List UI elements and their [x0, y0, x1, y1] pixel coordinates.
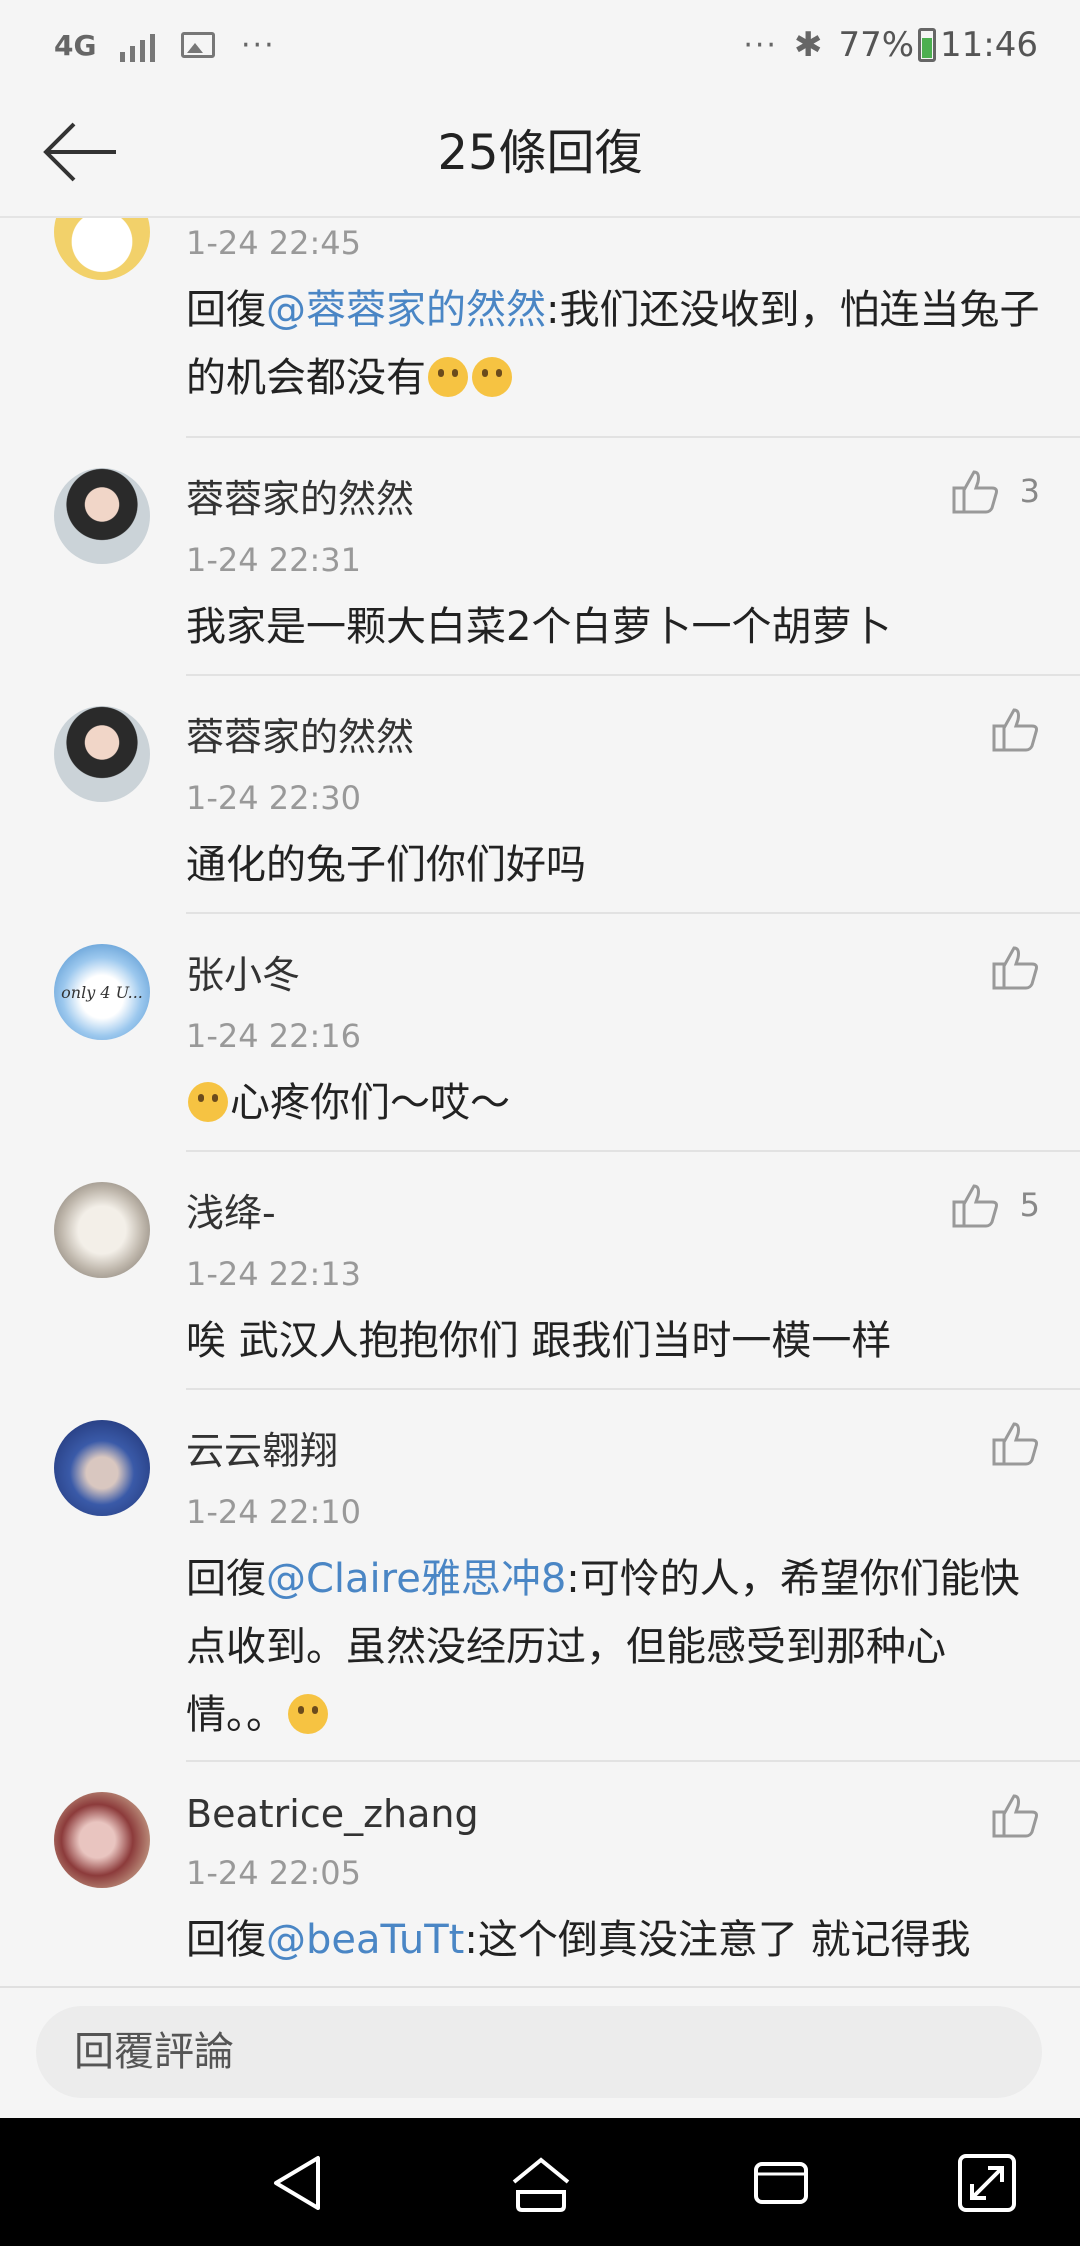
- network-type: 4G: [54, 28, 97, 62]
- mention-link[interactable]: @Claire雅思冲8: [266, 1556, 566, 1602]
- comment-author[interactable]: 蓉蓉家的然然: [186, 436, 1080, 523]
- like-count: 3: [1019, 472, 1040, 510]
- avatar[interactable]: [54, 1182, 150, 1278]
- comment-text: 回復@Claire雅思冲8:可怜的人，希望你们能快点收到。虽然没经历过，但能感受…: [186, 1556, 1020, 1738]
- comment-author[interactable]: 张小冬: [186, 912, 1080, 999]
- reply-input[interactable]: 回覆評論: [36, 2006, 1042, 2098]
- comment-time: 1-24 22:16: [186, 1017, 362, 1055]
- avatar[interactable]: [54, 218, 150, 280]
- mention-link[interactable]: @beaTuTt: [266, 1917, 464, 1963]
- thumbs-up-icon: [952, 470, 998, 514]
- gallery-notification-icon: [181, 32, 215, 58]
- like-button[interactable]: [990, 1792, 1040, 1838]
- nav-recents-icon[interactable]: [746, 2148, 816, 2218]
- comment-item: Beatrice_zhang 1-24 22:05 回復@beaTuTt:这个倒…: [0, 1760, 1080, 1986]
- comment-author[interactable]: Beatrice_zhang: [186, 1760, 1080, 1836]
- clock: 11:46: [940, 25, 1038, 65]
- battery-icon: [918, 28, 937, 62]
- thumbs-up-icon: [992, 1422, 1038, 1466]
- avatar[interactable]: [54, 1792, 150, 1888]
- comment-text: 唉 武汉人抱抱你们 跟我们当时一模一样: [186, 1318, 892, 1364]
- comment-text: 心疼你们～哎～: [186, 1069, 1080, 1137]
- comment-time: 1-24 22:10: [186, 1493, 362, 1531]
- comment-time: 1-24 22:31: [186, 541, 362, 579]
- comment-text: 回復@蓉蓉家的然然:我们还没收到，怕连当兔子的机会都没有: [186, 287, 1040, 401]
- battery-percent: 77%: [838, 25, 915, 65]
- thumbs-up-icon: [952, 1184, 998, 1228]
- system-nav-bar: [0, 2118, 1080, 2246]
- crying-emoji-icon: [188, 1082, 228, 1122]
- comment-text: 通化的兔子们你们好吗: [186, 842, 586, 888]
- avatar-text: only 4 U...: [61, 982, 143, 1002]
- back-arrow-icon[interactable]: [40, 120, 120, 184]
- nav-home-icon[interactable]: [506, 2148, 576, 2218]
- nav-back-icon[interactable]: [264, 2148, 334, 2218]
- crying-emoji-icon: [472, 357, 512, 397]
- nav-screen-expand-icon[interactable]: [952, 2148, 1022, 2218]
- more-notifications-icon: ···: [241, 27, 276, 63]
- comment-item: 蓉蓉家的然然 1-24 22:31 我家是一颗大白菜2个白萝卜一个胡萝卜 3: [0, 436, 1080, 676]
- comment-list[interactable]: 1-24 22:45 回復@蓉蓉家的然然:我们还没收到，怕连当兔子的机会都没有 …: [0, 218, 1080, 1986]
- signal-icon: [120, 28, 155, 62]
- comment-author[interactable]: 浅绛-: [186, 1150, 1080, 1237]
- comment-item: 浅绛- 1-24 22:13 唉 武汉人抱抱你们 跟我们当时一模一样 5: [0, 1150, 1080, 1390]
- status-bar: 4G ··· ··· ✱ 77% 11:46: [0, 0, 1080, 90]
- like-button[interactable]: [990, 1420, 1040, 1466]
- avatar[interactable]: only 4 U...: [54, 944, 150, 1040]
- network-4g-icon: 4G: [54, 28, 97, 62]
- like-button[interactable]: [990, 706, 1040, 752]
- comment-time: 1-24 22:05: [186, 1854, 362, 1892]
- shy-emoji-icon: [288, 1694, 328, 1734]
- header-bar: 25條回復: [0, 90, 1080, 218]
- thumbs-up-icon: [992, 946, 1038, 990]
- mention-link[interactable]: @蓉蓉家的然然: [266, 287, 546, 333]
- thumbs-up-icon: [992, 1794, 1038, 1838]
- comment-item: 1-24 22:45 回復@蓉蓉家的然然:我们还没收到，怕连当兔子的机会都没有: [0, 218, 1080, 438]
- thumbs-up-icon: [992, 708, 1038, 752]
- avatar[interactable]: [54, 706, 150, 802]
- reply-bar: 回覆評論: [0, 1986, 1080, 2120]
- avatar[interactable]: [54, 468, 150, 564]
- comment-author[interactable]: 云云翱翔: [186, 1388, 1080, 1475]
- comment-text: 回復@beaTuTt:这个倒真没注意了 就记得我: [186, 1917, 971, 1963]
- comment-time: 1-24 22:30: [186, 779, 362, 817]
- like-button[interactable]: 5: [950, 1182, 1040, 1228]
- bluetooth-icon: ✱: [793, 25, 823, 65]
- comment-author[interactable]: 蓉蓉家的然然: [186, 674, 1080, 761]
- comment-item: 蓉蓉家的然然 1-24 22:30 通化的兔子们你们好吗: [0, 674, 1080, 914]
- comment-time: 1-24 22:13: [186, 1255, 362, 1293]
- like-count: 5: [1019, 1186, 1040, 1224]
- comment-text: 我家是一颗大白菜2个白萝卜一个胡萝卜: [186, 604, 892, 650]
- like-button[interactable]: 3: [950, 468, 1040, 514]
- page-title: 25條回復: [437, 125, 643, 181]
- crying-emoji-icon: [428, 357, 468, 397]
- comment-time: 1-24 22:45: [186, 224, 362, 262]
- comment-item: only 4 U... 张小冬 1-24 22:16 心疼你们～哎～: [0, 912, 1080, 1152]
- like-button[interactable]: [990, 944, 1040, 990]
- avatar[interactable]: [54, 1420, 150, 1516]
- more-status-icon: ···: [743, 27, 778, 63]
- comment-item: 云云翱翔 1-24 22:10 回復@Claire雅思冲8:可怜的人，希望你们能…: [0, 1388, 1080, 1762]
